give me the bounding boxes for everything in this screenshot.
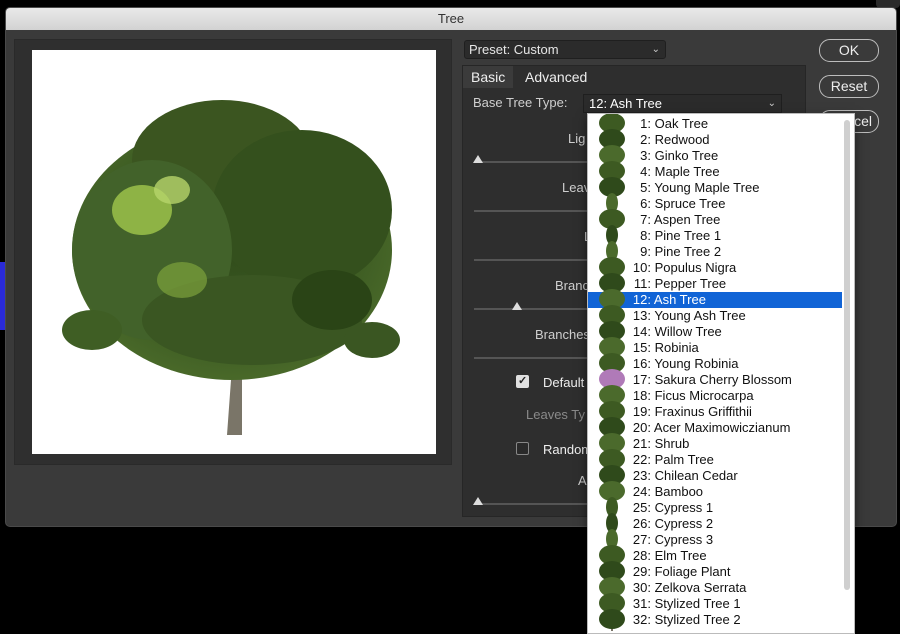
size-slider-track[interactable] <box>474 259 589 261</box>
light-direction-label: Lig <box>568 131 586 146</box>
chevron-updown-icon: ⌄ <box>651 44 660 55</box>
randomize-checkbox[interactable] <box>516 442 529 455</box>
tree-type-dropdown: 1: Oak Tree 2: Redwood 3: Ginko Tree 4: Map… <box>587 113 855 634</box>
leaves-amount-label: Leav <box>562 180 591 195</box>
preset-label: Preset: Custom <box>469 42 559 57</box>
light-slider-track[interactable] <box>474 161 589 163</box>
light-slider-thumb[interactable] <box>473 155 483 163</box>
tab-advanced[interactable]: Advanced <box>517 66 595 88</box>
preset-select[interactable]: Preset: Custom ⌄ <box>464 40 666 59</box>
default-leaves-checkbox[interactable] <box>516 374 529 388</box>
tree-type-option[interactable]: 32: Stylized Tree 2 <box>588 609 842 631</box>
reset-button[interactable]: Reset <box>819 75 879 98</box>
randomize-label: Random <box>543 442 593 457</box>
arrangement-slider-thumb[interactable] <box>473 497 483 505</box>
arrangement-label: A <box>578 473 587 488</box>
default-leaves-label: Default <box>543 375 585 390</box>
dropdown-scrollbar[interactable] <box>844 120 850 590</box>
leaves-type-label: Leaves Ty <box>526 407 586 422</box>
arrangement-slider-track[interactable] <box>474 503 589 505</box>
branch-slider-track[interactable] <box>474 308 589 310</box>
tree-preview <box>32 50 436 454</box>
branch-slider-thumb[interactable] <box>512 302 522 310</box>
chevron-updown-icon: ⌄ <box>767 98 776 109</box>
window-title: Tree <box>6 8 896 30</box>
base-tree-type-select[interactable]: 12: Ash Tree ⌄ <box>583 94 782 113</box>
base-tree-type-value: 12: Ash Tree <box>589 96 662 111</box>
ok-button[interactable]: OK <box>819 39 879 62</box>
tree-preview-image <box>62 100 400 435</box>
branch-height-label: Branc <box>555 278 589 293</box>
tree-thumbnail-icon <box>599 609 625 631</box>
tab-basic[interactable]: Basic <box>463 66 514 88</box>
base-tree-type-label: Base Tree Type: <box>473 95 568 110</box>
leaves-slider-track[interactable] <box>474 210 589 212</box>
branches-thickness-label: Branches <box>535 327 590 342</box>
branches-slider-track[interactable] <box>474 357 589 359</box>
